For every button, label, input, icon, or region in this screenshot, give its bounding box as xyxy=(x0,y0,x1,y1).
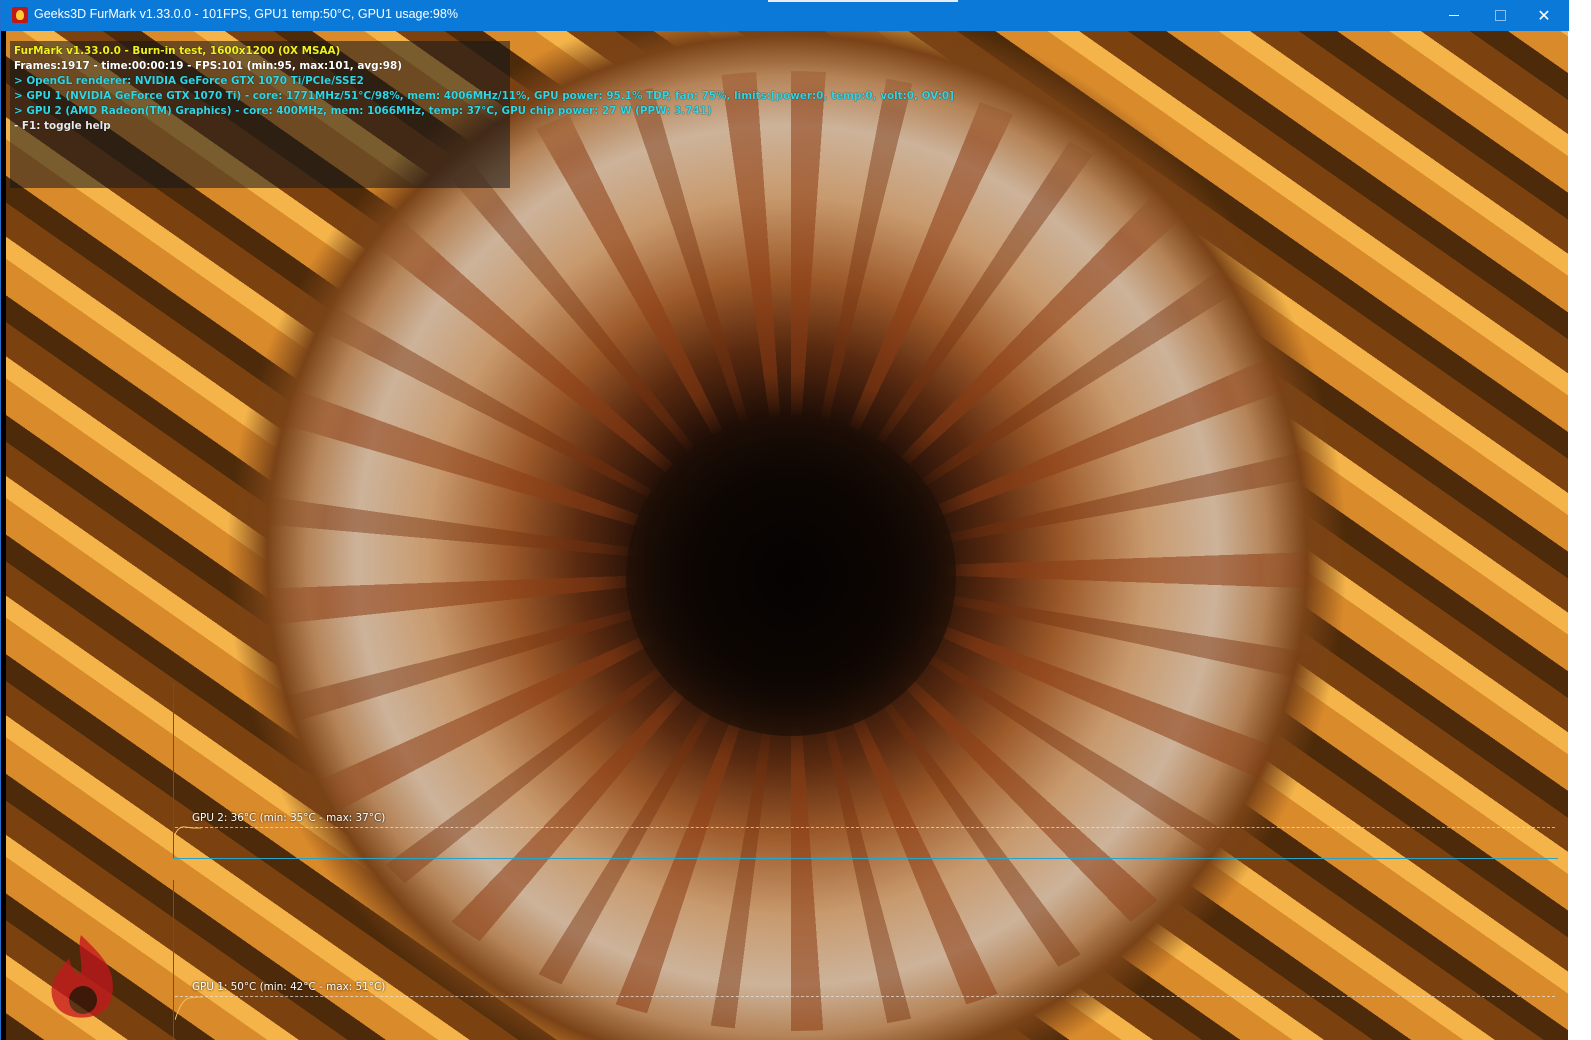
gpu2-graph-label: GPU 2: 36°C (min: 35°C - max: 37°C) xyxy=(192,812,386,824)
gpu1-temp-curve xyxy=(175,996,203,1021)
maximize-button[interactable] xyxy=(1477,0,1523,31)
gpu1-graph-label: GPU 1: 50°C (min: 42°C - max: 51°C) xyxy=(192,981,386,993)
minimize-button[interactable] xyxy=(1431,0,1477,31)
hud-frames-line: Frames:1917 - time:00:00:19 - FPS:101 (m… xyxy=(14,60,402,72)
gpu1-graph-y-axis xyxy=(173,880,174,1040)
hud-gpu1-line: > GPU 1 (NVIDIA GeForce GTX 1070 Ti) - c… xyxy=(14,90,954,102)
hud-renderer-line: > OpenGL renderer: NVIDIA GeForce GTX 10… xyxy=(14,75,364,87)
window-title: Geeks3D FurMark v1.33.0.0 - 101FPS, GPU1… xyxy=(34,7,458,21)
close-button[interactable]: ✕ xyxy=(1521,0,1567,31)
gpu2-temp-curve xyxy=(175,826,201,835)
furmark-flame-logo xyxy=(51,935,113,1018)
hud-title-line: FurMark v1.33.0.0 - Burn-in test, 1600x1… xyxy=(14,45,341,57)
maximize-icon xyxy=(1494,10,1506,21)
gpu2-graph-max-line xyxy=(175,827,1555,828)
gpu2-graph-x-axis xyxy=(173,858,1558,859)
hud-help-line: - F1: toggle help xyxy=(14,120,111,132)
hud-gpu2-line: > GPU 2 (AMD Radeon(TM) Graphics) - core… xyxy=(14,105,712,117)
furmark-window: Geeks3D FurMark v1.33.0.0 - 101FPS, GPU1… xyxy=(0,0,1569,1040)
titlebar-highlight xyxy=(768,0,958,2)
title-bar[interactable]: Geeks3D FurMark v1.33.0.0 - 101FPS, GPU1… xyxy=(1,0,1569,31)
furmark-app-icon[interactable] xyxy=(12,7,28,23)
minimize-icon xyxy=(1449,15,1459,16)
fur-pupil-render xyxy=(626,416,956,736)
gpu2-graph-y-axis xyxy=(173,683,174,859)
gpu1-graph-max-line xyxy=(175,996,1555,997)
close-icon: ✕ xyxy=(1537,6,1551,25)
